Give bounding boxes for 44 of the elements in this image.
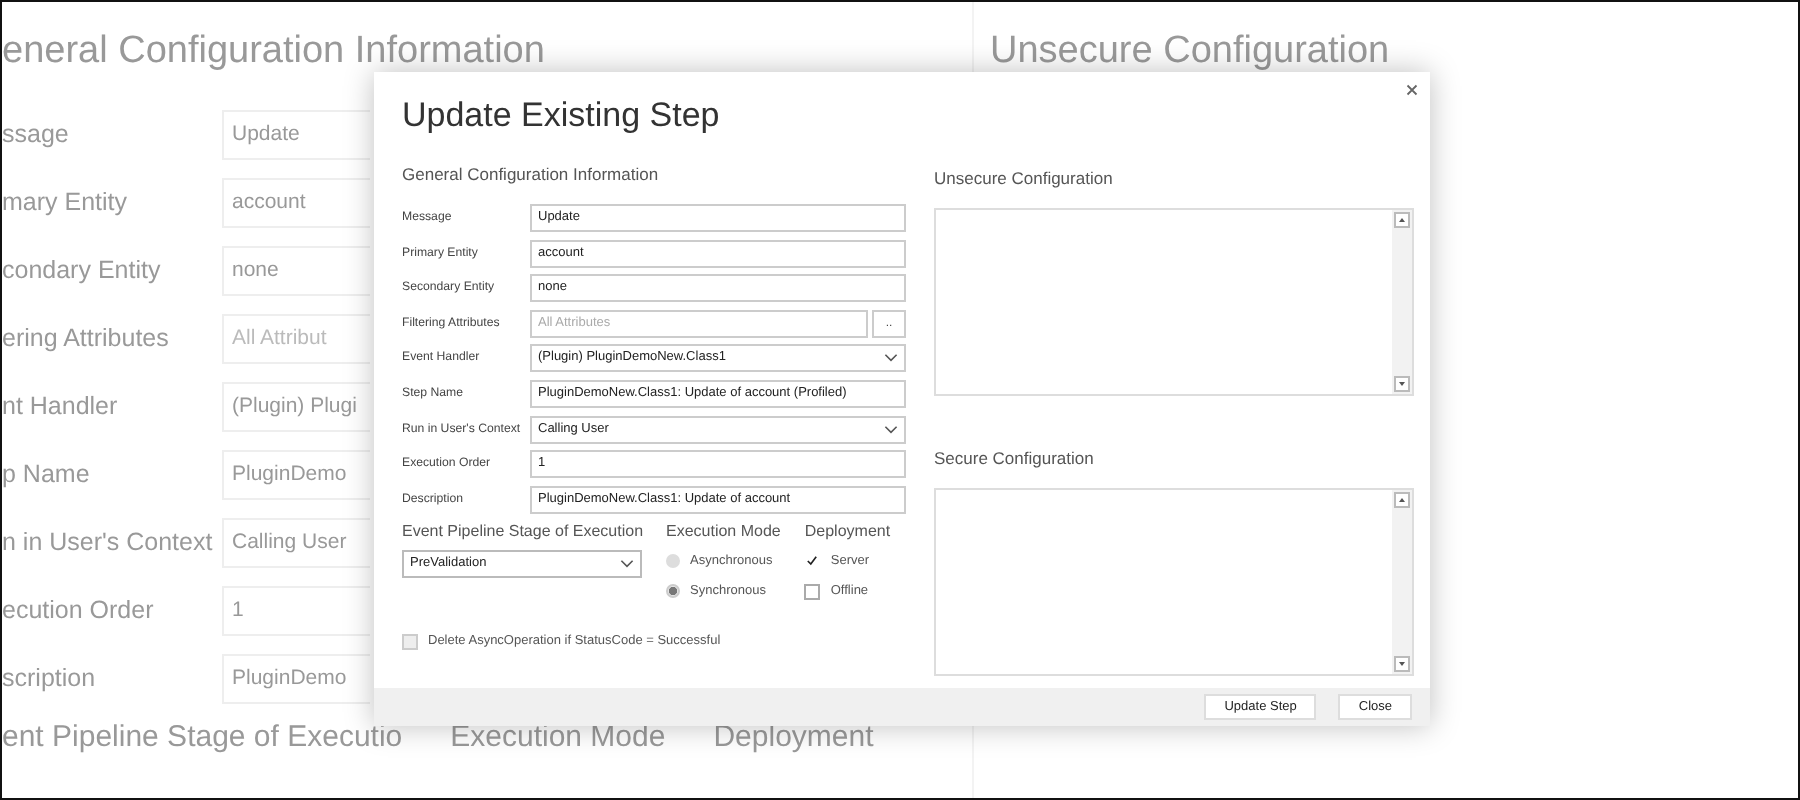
caret-icon [620, 559, 634, 568]
caret-icon [884, 354, 898, 363]
checkbox[interactable] [804, 583, 821, 600]
scroll-up-icon[interactable] [1394, 492, 1410, 508]
scroll-down-icon[interactable] [1394, 376, 1410, 392]
field-label: ssage [2, 118, 71, 152]
field-label: mary Entity [2, 186, 130, 220]
caret-icon [884, 425, 898, 434]
scroll-up-icon[interactable] [1394, 212, 1410, 228]
section-heading: Unsecure Configuration [990, 28, 1392, 74]
input-field: (Plugin) Plugi [222, 382, 370, 432]
input-field: All Attribut [222, 314, 370, 364]
scrollbar[interactable] [1392, 210, 1412, 394]
section-heading: ent Pipeline Stage of Executio [2, 718, 403, 754]
section-heading: Deployment [713, 718, 874, 754]
section-heading: Secure Configuration [934, 448, 1096, 468]
section-heading: Deployment [804, 521, 891, 540]
field-label: nt Handler [2, 390, 120, 424]
input-field: account [222, 178, 370, 228]
scroll-down-icon[interactable] [1394, 656, 1410, 672]
radio-button[interactable] [666, 554, 680, 569]
field-label: condary Entity [2, 254, 163, 288]
input-field: PluginDemo [222, 654, 370, 704]
field-label: ecution Order [2, 594, 156, 628]
input-field: PluginDemo [222, 450, 370, 500]
section-heading: Execution Mode [450, 718, 666, 754]
field-label: ering Attributes [2, 322, 171, 356]
checkbox[interactable] [402, 633, 418, 650]
dialog-title: Update Existing Step [402, 96, 720, 136]
field-label: p Name [2, 458, 92, 492]
input-field: 1 [222, 586, 370, 636]
radio-button[interactable] [666, 584, 680, 599]
section-heading: General Configuration Information [402, 164, 661, 184]
field-label: scription [2, 662, 98, 696]
input-field: none [222, 246, 370, 296]
scrollbar[interactable] [1392, 490, 1412, 674]
input-field: Calling User [222, 518, 370, 568]
section-heading: eneral Configuration Information [2, 28, 545, 74]
close-icon[interactable] [1406, 84, 1418, 96]
section-heading: Execution Mode [666, 521, 781, 540]
field-label: n in User's Context [2, 526, 215, 560]
section-heading: Unsecure Configuration [934, 168, 1115, 188]
input-field: Update [222, 110, 370, 160]
section-heading: Event Pipeline Stage of Execution [402, 521, 642, 540]
